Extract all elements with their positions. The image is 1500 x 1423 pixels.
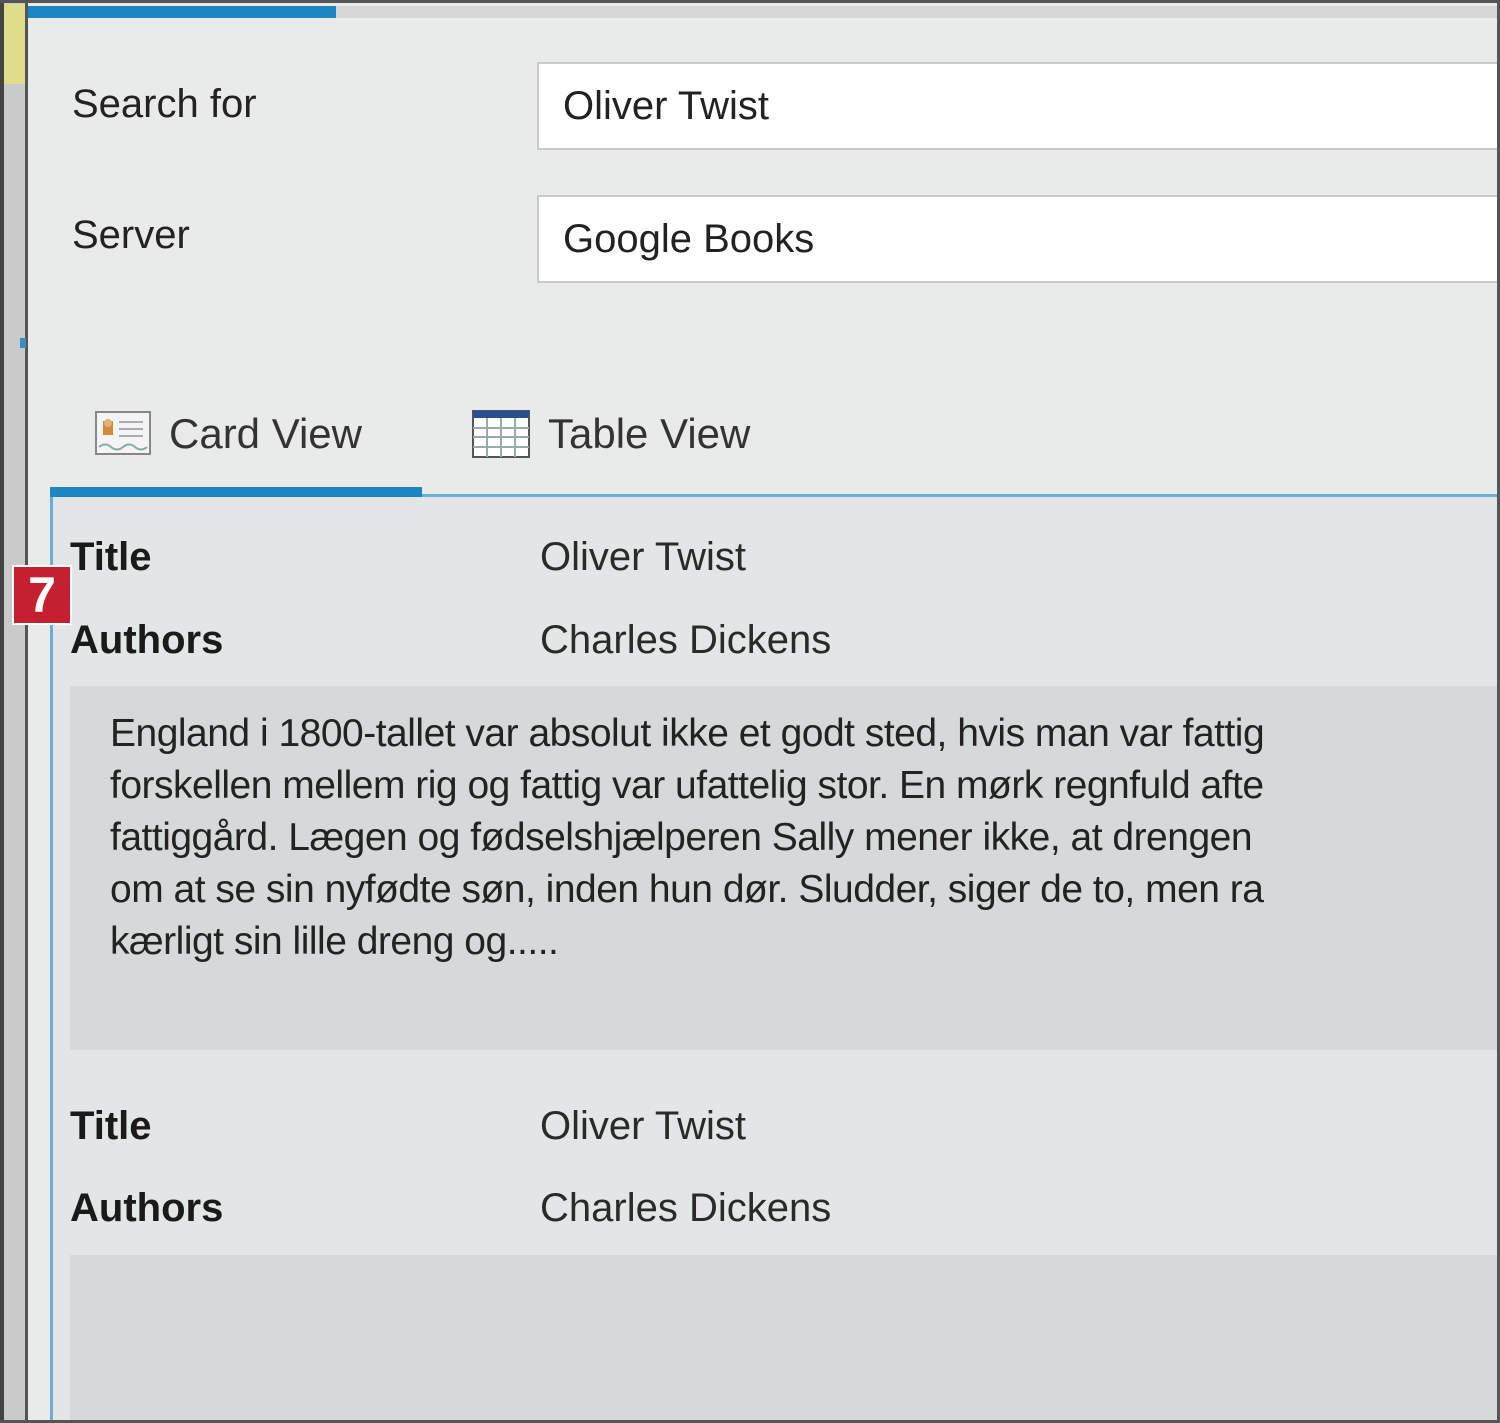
table-icon xyxy=(472,410,530,458)
description-line: forskellen mellem rig og fattig var ufat… xyxy=(110,764,1264,807)
search-input[interactable]: Oliver Twist xyxy=(537,62,1500,150)
card-1-title-label: Title xyxy=(70,535,152,579)
server-select[interactable]: Google Books xyxy=(537,195,1500,283)
card-1-authors: Charles Dickens xyxy=(540,618,832,662)
server-label: Server xyxy=(72,213,190,257)
description-line: fattiggård. Lægen og fødselshjælperen Sa… xyxy=(110,816,1253,859)
progress-fill xyxy=(28,6,337,18)
progress-bar xyxy=(28,6,1497,18)
sidebar-marker xyxy=(20,338,26,348)
card-1-description: England i 1800-tallet var absolut ikke e… xyxy=(70,686,1500,1050)
description-line: kærligt sin lille dreng og..... xyxy=(110,920,559,963)
active-tab-indicator xyxy=(50,487,422,497)
description-line: England i 1800-tallet var absolut ikke e… xyxy=(110,712,1265,755)
sidebar-highlight xyxy=(4,4,25,84)
card-2-authors: Charles Dickens xyxy=(540,1186,832,1230)
search-label: Search for xyxy=(72,82,257,126)
card-icon xyxy=(95,411,151,455)
tab-card-view[interactable]: Card View xyxy=(95,405,362,463)
card-2-title: Oliver Twist xyxy=(540,1104,746,1148)
card-2-title-label: Title xyxy=(70,1104,152,1148)
tab-label: Card View xyxy=(169,410,362,457)
step-badge: 7 xyxy=(12,565,72,625)
card-2-authors-label: Authors xyxy=(70,1186,224,1230)
card-2-description xyxy=(70,1255,1500,1423)
tab-label: Table View xyxy=(548,410,751,457)
card-1-authors-label: Authors xyxy=(70,618,224,662)
description-line: om at se sin nyfødte søn, inden hun dør.… xyxy=(110,868,1264,911)
card-1-title: Oliver Twist xyxy=(540,535,746,579)
left-sidebar-strip xyxy=(0,0,28,1423)
tab-table-view[interactable]: Table View xyxy=(472,405,750,463)
